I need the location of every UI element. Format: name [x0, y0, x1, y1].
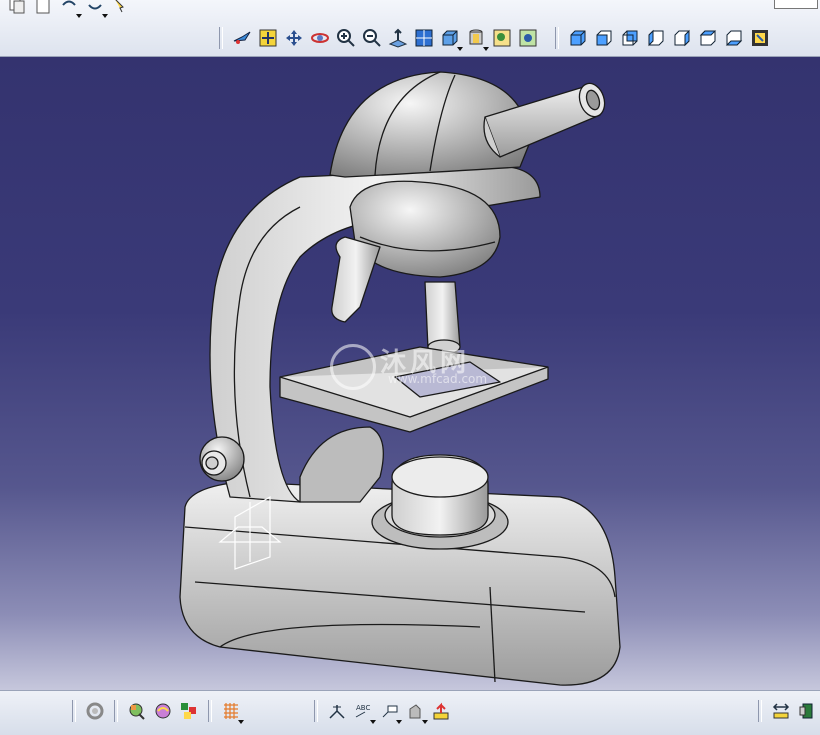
analysis-icon[interactable]	[430, 700, 452, 722]
zoom-in-icon[interactable]	[335, 27, 357, 49]
front-view-icon[interactable]	[593, 27, 615, 49]
annotation-text-icon[interactable]: ABC	[352, 700, 376, 724]
bottom-toolbar: ABC	[0, 690, 820, 735]
pan-icon[interactable]	[283, 27, 305, 49]
watermark-logo	[330, 344, 376, 390]
watermark: 沐风网 www.mfcad.com	[330, 342, 540, 390]
swap-space-icon[interactable]	[517, 27, 539, 49]
redo-icon[interactable]	[84, 0, 108, 18]
back-view-icon[interactable]	[619, 27, 641, 49]
paste-icon[interactable]	[32, 0, 54, 16]
material-icon[interactable]	[152, 700, 174, 722]
left-view-icon[interactable]	[645, 27, 667, 49]
multi-view-icon[interactable]	[413, 27, 435, 49]
catalog-icon[interactable]	[126, 700, 148, 722]
rotate-icon[interactable]	[309, 27, 331, 49]
iso-view-icon[interactable]	[567, 27, 589, 49]
measure-item-icon[interactable]	[770, 700, 792, 722]
top-toolbar	[0, 0, 820, 57]
grid-icon[interactable]	[220, 700, 244, 724]
measure-between-icon[interactable]	[326, 700, 348, 722]
flag-note-icon[interactable]	[378, 700, 402, 724]
3d-viewport[interactable]: 沐风网 www.mfcad.com	[0, 57, 820, 690]
svg-text:ABC: ABC	[356, 704, 370, 712]
toolbar-separator	[208, 700, 212, 722]
top-view-icon[interactable]	[697, 27, 719, 49]
compass-icon[interactable]	[796, 700, 818, 722]
fly-mode-icon[interactable]	[231, 27, 253, 49]
quick-access-toolbar	[4, 0, 134, 18]
toolbar-separator	[72, 700, 76, 722]
right-view-icon[interactable]	[671, 27, 693, 49]
render-style-icon[interactable]	[465, 27, 489, 51]
toolbar-separator	[314, 700, 318, 722]
zoom-out-icon[interactable]	[361, 27, 383, 49]
apply-material-icon[interactable]	[178, 700, 200, 722]
update-icon[interactable]	[84, 700, 106, 722]
named-views-icon[interactable]	[749, 27, 771, 49]
undo-icon[interactable]	[58, 0, 82, 18]
whats-this-icon[interactable]	[110, 0, 132, 16]
toolbar-separator	[555, 27, 559, 49]
sketch-tools-icon[interactable]	[404, 700, 428, 724]
objective-left	[331, 236, 381, 323]
toolbar-separator	[114, 700, 118, 722]
toolbar-separator	[758, 700, 762, 722]
normal-view-icon[interactable]	[387, 27, 409, 49]
specification-tree-box[interactable]	[774, 0, 818, 9]
fit-all-icon[interactable]	[257, 27, 279, 49]
copy-icon[interactable]	[6, 0, 28, 16]
bottom-view-icon[interactable]	[723, 27, 745, 49]
view-toolbar	[213, 27, 773, 51]
hide-show-icon[interactable]	[491, 27, 513, 49]
toolbar-separator	[219, 27, 223, 49]
watermark-url: www.mfcad.com	[388, 372, 488, 386]
quick-view-icon[interactable]	[439, 27, 463, 51]
